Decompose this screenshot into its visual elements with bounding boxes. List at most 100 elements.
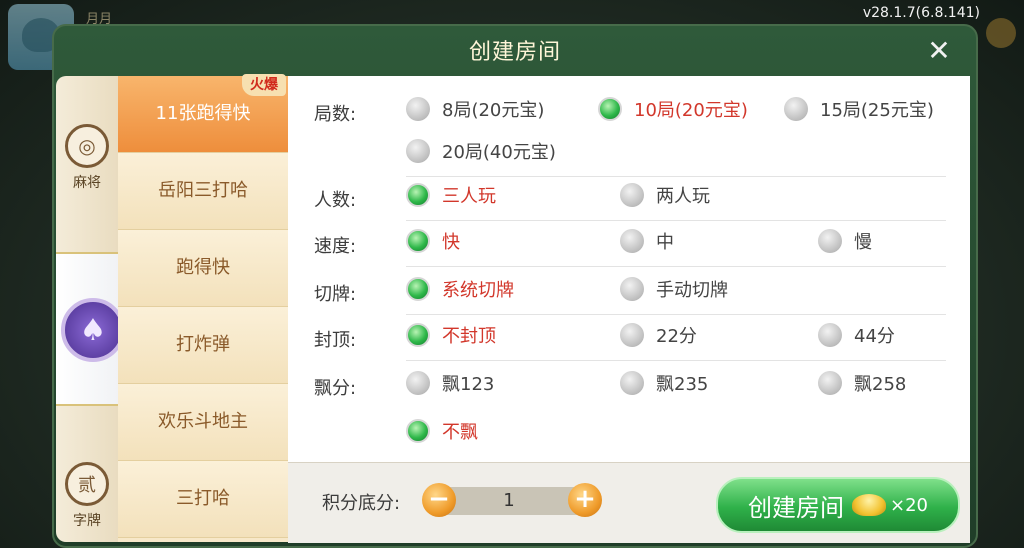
dialog-title: 创建房间 — [468, 40, 561, 65]
cap-label: 封顶: — [314, 330, 357, 351]
gold-ingot-icon — [852, 494, 886, 516]
option-label: 两人玩 — [656, 186, 710, 207]
float-option-235[interactable]: 飘235 — [620, 368, 708, 398]
divider — [406, 220, 946, 221]
cap-option-44[interactable]: 44分 — [818, 320, 895, 350]
mahjong-icon: ◎ — [65, 124, 109, 168]
option-label: 三人玩 — [442, 186, 496, 207]
game-item-doudizhu[interactable]: 欢乐斗地主 — [118, 384, 288, 461]
option-label: 快 — [442, 232, 460, 253]
gear-icon — [986, 18, 1016, 48]
game-item-11-paodekuai[interactable]: 11张跑得快 火爆 — [118, 74, 288, 153]
category-mahjong[interactable]: ◎ 麻将 — [56, 124, 118, 192]
cap-option-22[interactable]: 22分 — [620, 320, 697, 350]
players-label: 人数: — [314, 190, 357, 211]
radio-icon — [620, 277, 644, 301]
option-label: 10局(20元宝) — [634, 100, 748, 121]
shuffle-option-manual[interactable]: 手动切牌 — [620, 274, 728, 304]
option-label: 不飘 — [442, 422, 478, 443]
dialog-title-bar: 创建房间 ✕ — [54, 26, 976, 76]
option-label: 飘235 — [656, 374, 709, 395]
rounds-option-20[interactable]: 20局(40元宝) — [406, 136, 556, 166]
divider — [406, 360, 946, 361]
radio-icon — [406, 323, 430, 347]
option-label: 20局(40元宝) — [442, 142, 556, 163]
game-item-sandaha[interactable]: 三打哈 — [118, 461, 288, 538]
shuffle-label: 切牌: — [314, 284, 357, 305]
zipai-icon: 贰 — [65, 462, 109, 506]
option-label: 22分 — [656, 326, 697, 347]
speed-option-medium[interactable]: 中 — [620, 226, 674, 256]
radio-icon — [818, 371, 842, 395]
decrease-score-button[interactable]: − — [422, 483, 456, 517]
players-option-3[interactable]: 三人玩 — [406, 180, 496, 210]
radio-icon — [406, 277, 430, 301]
float-option-123[interactable]: 飘123 — [406, 368, 494, 398]
option-label: 飘258 — [854, 374, 907, 395]
create-room-cost: ×20 — [890, 494, 928, 516]
radio-icon — [784, 97, 808, 121]
options-panel: 局数: 8局(20元宝) 10局(20元宝) 15局(25元宝) 20局(40元… — [288, 76, 970, 462]
create-room-dialog: 创建房间 ✕ ◎ 麻将 ♠ 贰 字牌 11张跑得快 火爆 岳阳三打哈 跑得快 打… — [52, 24, 978, 548]
radio-icon — [406, 371, 430, 395]
radio-icon — [406, 139, 430, 163]
radio-icon — [620, 323, 644, 347]
bottom-bar: 积分底分: 1 − + 创建房间 ×20 — [288, 462, 970, 543]
game-label: 11张跑得快 — [155, 103, 251, 124]
game-label: 欢乐斗地主 — [158, 411, 248, 432]
radio-icon — [620, 183, 644, 207]
radio-icon — [818, 229, 842, 253]
option-label: 中 — [656, 232, 674, 253]
divider — [406, 314, 946, 315]
radio-icon — [406, 183, 430, 207]
float-option-258[interactable]: 飘258 — [818, 368, 906, 398]
close-button[interactable]: ✕ — [924, 36, 954, 66]
divider — [406, 176, 946, 177]
create-room-label: 创建房间 — [748, 493, 844, 522]
speed-label: 速度: — [314, 236, 357, 257]
speed-option-fast[interactable]: 快 — [406, 226, 460, 256]
players-option-2[interactable]: 两人玩 — [620, 180, 710, 210]
increase-score-button[interactable]: + — [568, 483, 602, 517]
option-label: 手动切牌 — [656, 280, 728, 301]
rounds-option-8[interactable]: 8局(20元宝) — [406, 94, 544, 124]
shuffle-option-system[interactable]: 系统切牌 — [406, 274, 514, 304]
game-label: 岳阳三打哈 — [158, 180, 248, 201]
game-label: 打炸弹 — [176, 334, 230, 355]
float-option-none[interactable]: 不飘 — [406, 416, 478, 446]
category-strip: ◎ 麻将 ♠ 贰 字牌 — [56, 76, 132, 542]
category-label: 麻将 — [73, 175, 101, 191]
radio-icon — [406, 97, 430, 121]
version-label: v28.1.7(6.8.141) — [862, 5, 980, 21]
divider — [406, 266, 946, 267]
create-room-button[interactable]: 创建房间 ×20 — [716, 477, 960, 533]
speed-option-slow[interactable]: 慢 — [818, 226, 872, 256]
radio-icon — [406, 229, 430, 253]
game-item-yueyang-sandaha[interactable]: 岳阳三打哈 — [118, 153, 288, 230]
rounds-option-15[interactable]: 15局(25元宝) — [784, 94, 934, 124]
base-score-label: 积分底分: — [322, 493, 401, 514]
cap-option-none[interactable]: 不封顶 — [406, 320, 496, 350]
option-label: 不封顶 — [442, 326, 496, 347]
rounds-option-10[interactable]: 10局(20元宝) — [598, 94, 748, 124]
rounds-label: 局数: — [314, 104, 357, 125]
category-zipai[interactable]: 贰 字牌 — [56, 462, 118, 530]
base-score-value: 1 — [503, 490, 515, 511]
spade-poker-icon: ♠ — [61, 298, 125, 362]
radio-icon — [620, 229, 644, 253]
radio-icon — [406, 419, 430, 443]
category-label: 字牌 — [73, 513, 101, 529]
option-label: 8局(20元宝) — [442, 100, 545, 121]
hot-badge: 火爆 — [242, 74, 286, 96]
float-label: 飘分: — [314, 378, 357, 399]
option-label: 系统切牌 — [442, 280, 514, 301]
game-label: 跑得快 — [176, 257, 230, 278]
game-item-dazhadan[interactable]: 打炸弹 — [118, 307, 288, 384]
radio-icon — [598, 97, 622, 121]
game-item-paodekuai[interactable]: 跑得快 — [118, 230, 288, 307]
option-label: 44分 — [854, 326, 895, 347]
option-label: 15局(25元宝) — [820, 100, 934, 121]
game-label: 三打哈 — [176, 488, 230, 509]
radio-icon — [620, 371, 644, 395]
option-label: 飘123 — [442, 374, 495, 395]
